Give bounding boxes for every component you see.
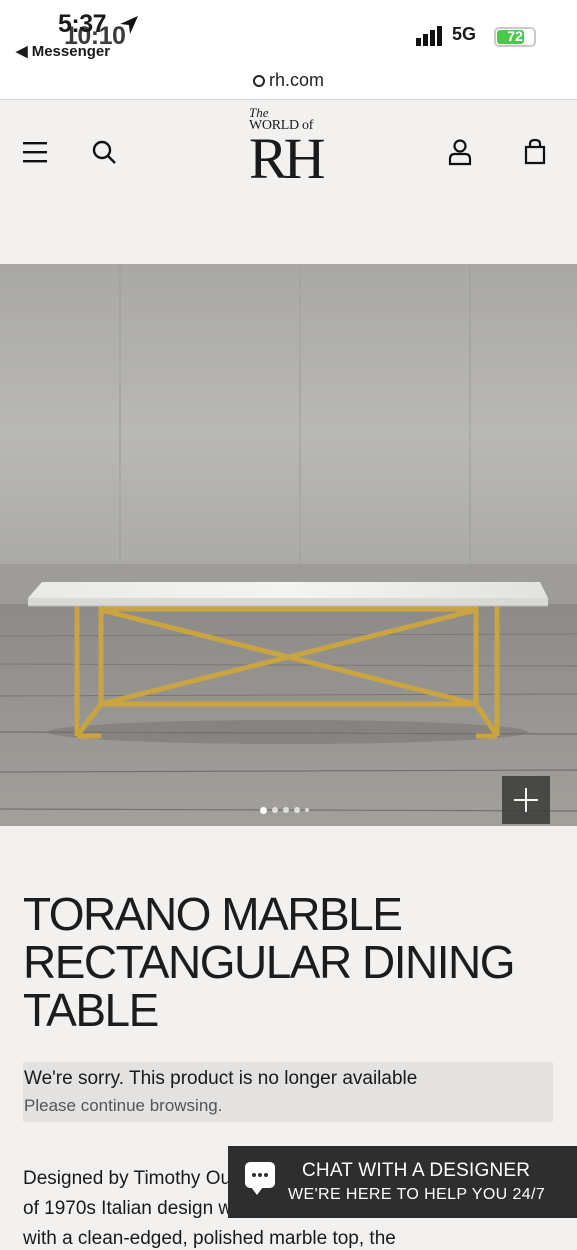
user-icon[interactable] — [446, 138, 474, 166]
carousel-dot[interactable] — [283, 807, 289, 813]
status-bar: 5:37 10:10 ◀ Messenger 5G 72 — [0, 0, 577, 70]
logo-line-3: RH — [249, 126, 326, 191]
cellular-signal-icon — [416, 26, 442, 46]
carousel-indicator[interactable] — [260, 806, 309, 814]
unavailable-notice: We're sorry. This product is no longer a… — [23, 1062, 553, 1122]
carousel-dot[interactable] — [272, 807, 278, 813]
product-image — [0, 264, 577, 826]
url-text: rh.com — [268, 70, 324, 90]
menu-icon[interactable] — [21, 138, 49, 166]
chat-with-designer-button[interactable]: CHAT WITH A DESIGNER WE'RE HERE TO HELP … — [228, 1146, 577, 1218]
product-title: TORANO MARBLE RECTANGULAR DINING TABLE — [23, 888, 515, 1036]
chat-subtitle: WE'RE HERE TO HELP YOU 24/7 — [288, 1186, 546, 1203]
search-icon[interactable] — [90, 138, 118, 166]
zoom-plus-button[interactable] — [502, 776, 550, 824]
rh-logo[interactable]: The WORLD of RH — [249, 106, 329, 190]
location-arrow-icon — [120, 16, 138, 34]
site-header: The WORLD of RH — [0, 100, 577, 264]
lock-icon — [252, 75, 265, 87]
browser-address-bar[interactable]: rh.com — [0, 70, 577, 100]
carousel-dot[interactable] — [260, 806, 267, 814]
battery-level: 72 — [507, 28, 523, 44]
url-display[interactable]: rh.com — [0, 70, 577, 91]
network-type: 5G — [452, 24, 477, 44]
product-image-carousel[interactable] — [0, 264, 577, 826]
carousel-dot[interactable] — [294, 807, 300, 813]
continue-message: Please continue browsing. — [24, 1096, 223, 1115]
chat-title: CHAT WITH A DESIGNER — [302, 1160, 531, 1181]
back-to-app-link[interactable]: ◀ Messenger — [16, 42, 110, 60]
unavailable-message: We're sorry. This product is no longer a… — [24, 1068, 418, 1089]
battery-icon: 72 — [494, 27, 536, 47]
chat-bubble-icon — [245, 1162, 275, 1195]
carousel-dot[interactable] — [305, 808, 309, 812]
bag-icon[interactable] — [521, 138, 549, 166]
